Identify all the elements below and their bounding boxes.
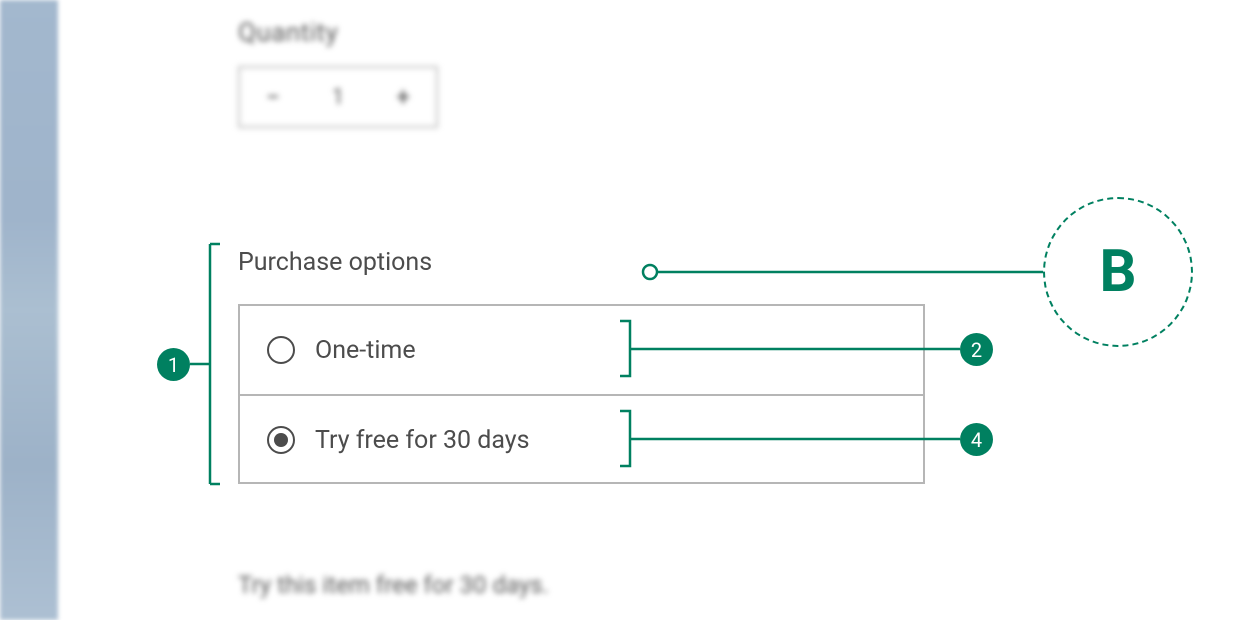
radio-checked-icon[interactable] [267,426,295,454]
quantity-section: Quantity − 1 + [238,18,438,128]
annotation-badge-1-text: 1 [168,353,179,377]
quantity-label: Quantity [238,18,438,48]
annotation-badge-4-text: 4 [971,428,982,452]
annotation-badge-b: B [1043,197,1193,347]
radio-dot-icon [274,433,288,447]
quantity-value: 1 [332,85,344,110]
plus-icon[interactable]: + [397,83,410,111]
purchase-option-trial[interactable]: Try free for 30 days [240,394,923,484]
annotation-badge-2-text: 2 [971,338,982,362]
annotation-badge-b-text: B [1099,238,1136,306]
annotation-badge-2: 2 [960,333,993,366]
radio-unchecked-icon[interactable] [267,336,295,364]
purchase-option-label: One-time [315,336,416,365]
annotation-badge-4: 4 [960,423,993,456]
purchase-option-onetime[interactable]: One-time [240,306,923,394]
annotation-badge-1: 1 [157,348,190,381]
purchase-options-box: One-time Try free for 30 days [238,304,925,484]
purchase-option-label: Try free for 30 days [315,426,530,455]
purchase-options-heading: Purchase options [238,248,432,277]
minus-icon[interactable]: − [266,83,280,111]
trial-note: Try this item free for 30 days. [238,571,549,599]
product-image-strip [0,0,58,620]
quantity-stepper[interactable]: − 1 + [238,66,438,128]
